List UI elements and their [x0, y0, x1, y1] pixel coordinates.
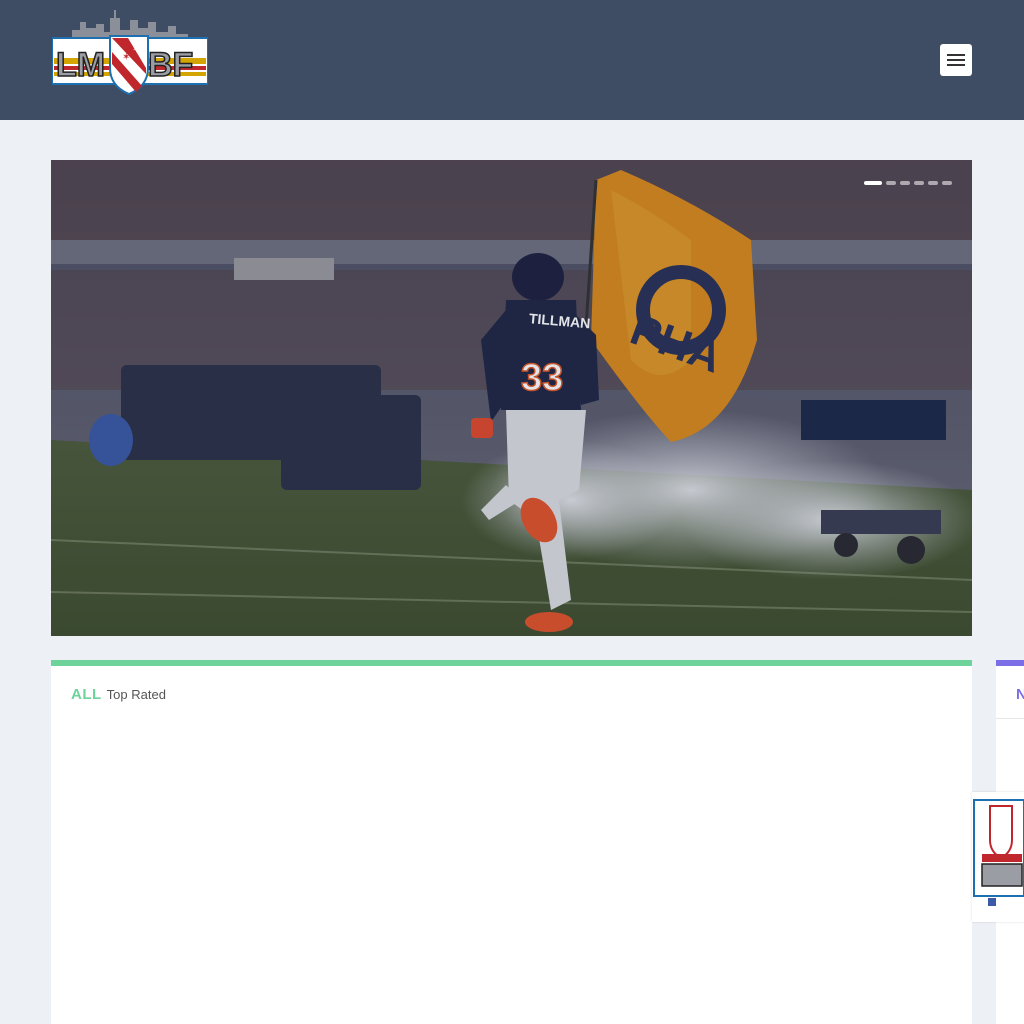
tab-all[interactable]: ALL — [71, 686, 102, 703]
site-logo[interactable]: LM BF ✶ ✶ — [51, 8, 209, 96]
menu-button[interactable] — [940, 44, 972, 76]
site-header: LM BF ✶ ✶ — [0, 0, 1024, 120]
panel-subtitle: Top Rated — [106, 687, 166, 702]
panel-header: ALL Top Rated — [71, 686, 166, 703]
slider-dot-3[interactable] — [900, 181, 910, 185]
side-logo-widget[interactable] — [972, 792, 1024, 922]
slider-dot-4[interactable] — [914, 181, 924, 185]
hero-slider[interactable]: PHA 33 TILLMAN — [51, 160, 972, 636]
svg-text:✶: ✶ — [132, 44, 140, 55]
hamburger-icon — [947, 54, 965, 56]
svg-text:BF: BF — [148, 46, 193, 84]
svg-text:LM: LM — [56, 46, 105, 84]
secondary-panel-title[interactable]: N — [1016, 686, 1024, 703]
svg-text:✶: ✶ — [122, 52, 130, 63]
hero-image: PHA 33 TILLMAN — [51, 160, 972, 636]
slider-dot-1[interactable] — [864, 181, 882, 185]
slider-dot-2[interactable] — [886, 181, 896, 185]
top-rated-panel: ALL Top Rated — [51, 660, 972, 1024]
slider-dot-6[interactable] — [942, 181, 952, 185]
slider-dot-5[interactable] — [928, 181, 938, 185]
secondary-panel-header: N — [996, 672, 1024, 719]
slider-dots — [864, 181, 952, 185]
